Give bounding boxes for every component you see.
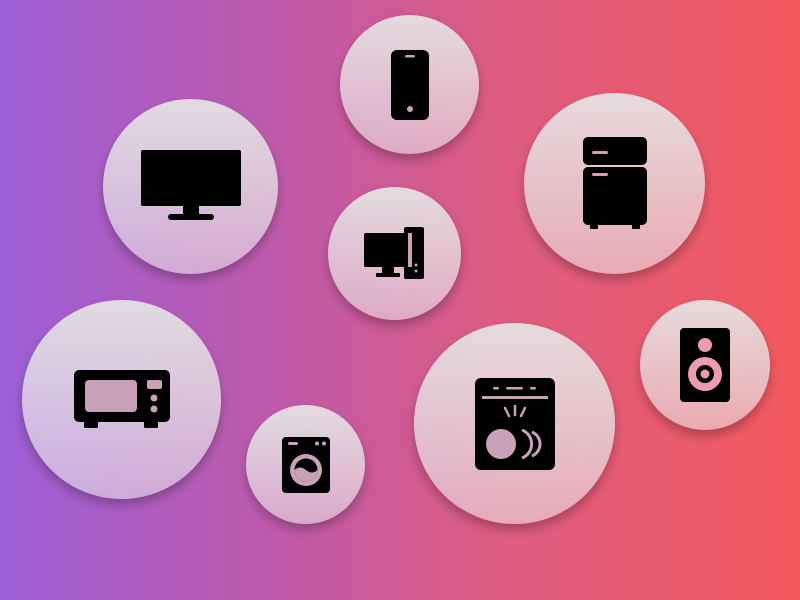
microwave-bubble[interactable] <box>22 300 221 499</box>
television-bubble[interactable] <box>103 99 278 274</box>
dishwasher-bubble[interactable] <box>414 323 615 524</box>
speaker-icon <box>680 328 730 402</box>
smartphone-icon <box>390 49 429 120</box>
microwave-icon <box>73 369 170 428</box>
refrigerator-icon <box>582 136 647 229</box>
television-icon <box>140 149 241 220</box>
desktop-computer-bubble[interactable] <box>328 187 461 320</box>
speaker-bubble[interactable] <box>640 300 770 430</box>
desktop-computer-icon <box>363 226 424 279</box>
dishwasher-icon <box>474 377 555 470</box>
refrigerator-bubble[interactable] <box>524 93 705 274</box>
smartphone-bubble[interactable] <box>340 15 479 154</box>
washing-machine-icon <box>281 436 330 493</box>
washing-machine-bubble[interactable] <box>246 405 365 524</box>
